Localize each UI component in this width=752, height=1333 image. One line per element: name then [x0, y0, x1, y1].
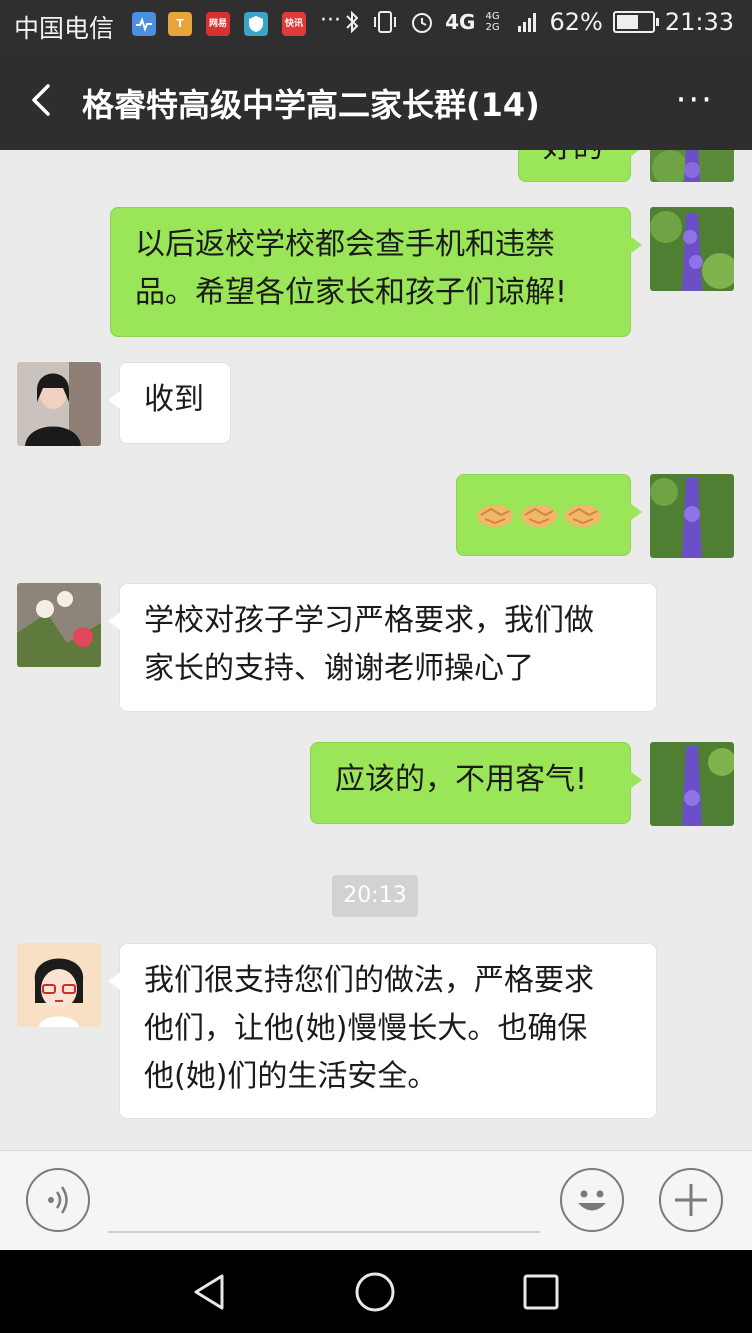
battery-icon: [612, 11, 659, 33]
message-text-line: 他们，让他(她)慢慢长大。也确保: [144, 1011, 588, 1046]
signal-icon: [518, 13, 537, 32]
member-avatar[interactable]: [17, 583, 101, 667]
system-navigation-bar: [0, 1250, 752, 1333]
message-input[interactable]: [108, 1231, 540, 1233]
bluetooth-icon: [346, 10, 359, 34]
group-title: 格睿特高级中学高二家长群(14): [82, 86, 540, 124]
message-text: 好的: [543, 150, 603, 165]
voice-wave-icon: [48, 1186, 68, 1214]
message-text-line: 以后返校学校都会查手机和违禁: [135, 227, 555, 262]
news-app-icon: 快讯: [282, 12, 306, 36]
handshake-emoji-icon: [563, 498, 603, 528]
message-text-line: 他(她)们的生活安全。: [144, 1059, 438, 1094]
message-bubble-member[interactable]: 学校对孩子学习严格要求，我们做 家长的支持、谢谢老师操心了: [108, 583, 657, 712]
bookmark-app-icon: T: [168, 12, 192, 36]
self-avatar[interactable]: [650, 150, 734, 182]
message-text-line: 家长的支持、谢谢老师操心了: [144, 651, 534, 686]
message-text-line: 我们很支持您们的做法，严格要求: [144, 963, 594, 998]
message-bubble-member[interactable]: 收到: [108, 362, 231, 444]
member-avatar[interactable]: [17, 943, 101, 1027]
health-app-icon: [132, 12, 156, 36]
emoji-button[interactable]: [560, 1168, 624, 1232]
home-circle-icon[interactable]: [354, 1271, 396, 1313]
network-type: 4G: [445, 10, 476, 34]
handshake-emoji-icon: [475, 498, 515, 528]
secondary-network: 4G 2G: [485, 11, 500, 33]
smiley-icon: [578, 1190, 606, 1211]
clock: 21:33: [664, 8, 734, 36]
input-bar: [0, 1150, 752, 1251]
message-text: 应该的，不用客气!: [335, 762, 588, 797]
back-triangle-icon[interactable]: [190, 1272, 230, 1312]
chat-area[interactable]: 好的 以后返校学校都会查手机和违禁 品。希望各位家长和孩子们谅解! 收到 学校对…: [0, 150, 752, 1150]
message-text-line: 品。希望各位家长和孩子们谅解!: [135, 275, 568, 310]
message-bubble-member[interactable]: 我们很支持您们的做法，严格要求 他们，让他(她)慢慢长大。也确保 他(她)们的生…: [108, 943, 657, 1119]
battery-percent: 62%: [549, 8, 603, 36]
chat-info-button[interactable]: ···: [676, 80, 714, 120]
message-bubble-self[interactable]: 以后返校学校都会查手机和违禁 品。希望各位家长和孩子们谅解!: [110, 207, 642, 337]
more-notifications-icon: ···: [320, 8, 341, 33]
security-app-icon: [244, 12, 268, 36]
chevron-left-icon: [32, 84, 50, 116]
member-avatar[interactable]: [17, 362, 101, 446]
message-bubble-self[interactable]: 应该的，不用客气!: [310, 742, 642, 824]
voice-input-button[interactable]: [26, 1168, 90, 1232]
plus-icon: [675, 1184, 707, 1216]
self-avatar[interactable]: [650, 207, 734, 291]
message-bubble-self[interactable]: 好的: [518, 150, 642, 182]
self-avatar[interactable]: [650, 742, 734, 826]
back-button[interactable]: [24, 74, 64, 126]
message-bubble-self[interactable]: [456, 474, 642, 556]
message-text: 收到: [144, 382, 204, 417]
recents-square-icon[interactable]: [522, 1273, 560, 1311]
timestamp-divider: 20:13: [332, 875, 418, 917]
vibrate-icon: [374, 11, 397, 33]
alarm-icon: [412, 13, 433, 33]
status-bar: 中国电信 T 网易 快讯 ··· 4G 4G 2G 62% 21:33: [0, 0, 752, 50]
more-features-button[interactable]: [659, 1168, 723, 1232]
chat-header: 格睿特高级中学高二家长群(14) ···: [0, 50, 752, 150]
handshake-emoji-icon: [519, 498, 559, 528]
netease-app-icon: 网易: [206, 12, 230, 36]
self-avatar[interactable]: [650, 474, 734, 558]
message-text-line: 学校对孩子学习严格要求，我们做: [144, 603, 594, 638]
carrier-label: 中国电信: [14, 14, 115, 43]
